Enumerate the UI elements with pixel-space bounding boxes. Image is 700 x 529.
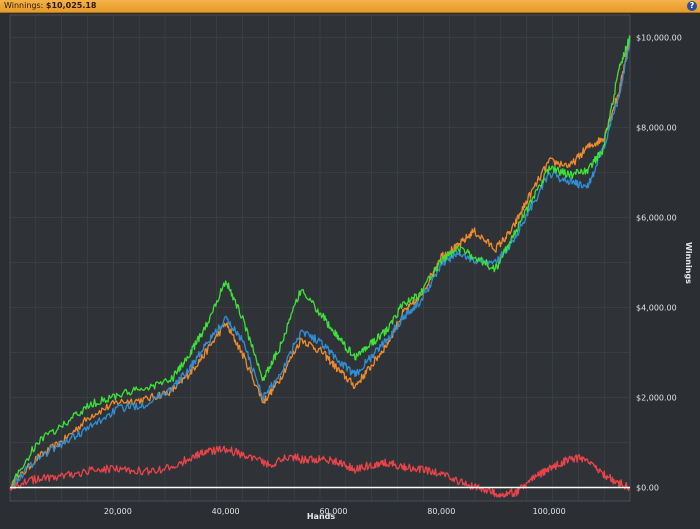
x-axis-label: Hands <box>307 512 336 521</box>
y-tick-label: $10,000.00 <box>636 34 682 43</box>
x-tick-label: 100,000 <box>533 507 566 516</box>
y-axis-label: Winnings <box>684 242 693 284</box>
winnings-summary-value: $10,025.18 <box>45 1 97 10</box>
winnings-summary: Winnings: $10,025.18 <box>4 0 97 12</box>
y-tick-label: $0.00 <box>636 484 659 493</box>
question-circle-icon[interactable]: ? <box>687 1 697 11</box>
x-tick-label: 20,000 <box>104 507 132 516</box>
x-tick-label: 40,000 <box>212 507 240 516</box>
y-tick-label: $2,000.00 <box>636 394 677 403</box>
winnings-summary-label: Winnings: <box>4 1 44 10</box>
y-tick-label: $6,000.00 <box>636 214 677 223</box>
y-tick-label: $4,000.00 <box>636 304 677 313</box>
title-bar: Winnings: $10,025.18 ? <box>0 0 700 13</box>
winnings-chart: 20,000 40,000 60,000 80,000 100,000 $0.00$2,… <box>0 13 700 529</box>
y-tick-label: $8,000.00 <box>636 124 677 133</box>
x-tick-label: 80,000 <box>427 507 455 516</box>
